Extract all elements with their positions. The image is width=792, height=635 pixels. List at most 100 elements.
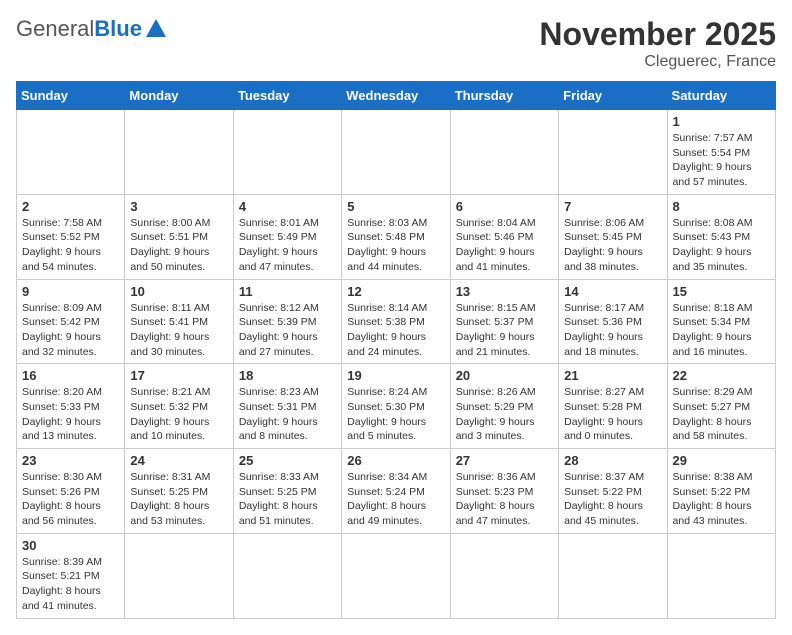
- calendar-cell: 30Sunrise: 8:39 AM Sunset: 5:21 PM Dayli…: [17, 533, 125, 618]
- day-number: 20: [456, 368, 553, 383]
- day-info: Sunrise: 8:23 AM Sunset: 5:31 PM Dayligh…: [239, 385, 336, 444]
- calendar-cell: [17, 110, 125, 195]
- calendar-cell: 2 Sunrise: 7:58 AM Sunset: 5:52 PM Daylig…: [17, 194, 125, 279]
- day-info: Sunrise: 8:12 AM Sunset: 5:39 PM Dayligh…: [239, 301, 336, 360]
- calendar-cell: 22Sunrise: 8:29 AM Sunset: 5:27 PM Dayli…: [667, 364, 775, 449]
- calendar-cell: 6 Sunrise: 8:04 AM Sunset: 5:46 PM Daylig…: [450, 194, 558, 279]
- calendar-header-row: SundayMondayTuesdayWednesdayThursdayFrid…: [17, 82, 776, 110]
- calendar-cell: 12Sunrise: 8:14 AM Sunset: 5:38 PM Dayli…: [342, 279, 450, 364]
- calendar-header-tuesday: Tuesday: [233, 82, 341, 110]
- calendar-cell: [559, 533, 667, 618]
- calendar-cell: 28Sunrise: 8:37 AM Sunset: 5:22 PM Dayli…: [559, 449, 667, 534]
- day-number: 2: [22, 199, 119, 214]
- calendar-cell: 26 Sunrise: 8:34 AM Sunset: 5:24 PM Dayli…: [342, 449, 450, 534]
- day-number: 23: [22, 453, 119, 468]
- calendar-header-monday: Monday: [125, 82, 233, 110]
- day-number: 11: [239, 284, 336, 299]
- day-info: Sunrise: 8:26 AM Sunset: 5:29 PM Dayligh…: [456, 385, 553, 444]
- calendar-cell: 29 Sunrise: 8:38 AM Sunset: 5:22 PM Dayli…: [667, 449, 775, 534]
- calendar-cell: 21Sunrise: 8:27 AM Sunset: 5:28 PM Dayli…: [559, 364, 667, 449]
- calendar-cell: 7 Sunrise: 8:06 AM Sunset: 5:45 PM Daylig…: [559, 194, 667, 279]
- day-number: 3: [130, 199, 227, 214]
- calendar-cell: 23 Sunrise: 8:30 AM Sunset: 5:26 PM Dayli…: [17, 449, 125, 534]
- day-number: 18: [239, 368, 336, 383]
- calendar-cell: 4Sunrise: 8:01 AM Sunset: 5:49 PM Daylig…: [233, 194, 341, 279]
- calendar-cell: [559, 110, 667, 195]
- day-info: Sunrise: 8:09 AM Sunset: 5:42 PM Dayligh…: [22, 301, 119, 360]
- calendar-cell: 24Sunrise: 8:31 AM Sunset: 5:25 PM Dayli…: [125, 449, 233, 534]
- calendar-week-row: 9Sunrise: 8:09 AM Sunset: 5:42 PM Daylig…: [17, 279, 776, 364]
- calendar-cell: 11 Sunrise: 8:12 AM Sunset: 5:39 PM Dayli…: [233, 279, 341, 364]
- day-info: Sunrise: 8:36 AM Sunset: 5:23 PM Dayligh…: [456, 470, 553, 529]
- calendar-week-row: 23 Sunrise: 8:30 AM Sunset: 5:26 PM Dayli…: [17, 449, 776, 534]
- day-number: 19: [347, 368, 444, 383]
- calendar-cell: 5 Sunrise: 8:03 AM Sunset: 5:48 PM Daylig…: [342, 194, 450, 279]
- calendar-header-friday: Friday: [559, 82, 667, 110]
- page-header: General Blue November 2025 Cleguerec, Fr…: [16, 16, 776, 71]
- calendar-cell: 18 Sunrise: 8:23 AM Sunset: 5:31 PM Dayli…: [233, 364, 341, 449]
- day-info: Sunrise: 8:11 AM Sunset: 5:41 PM Dayligh…: [130, 301, 227, 360]
- day-number: 30: [22, 538, 119, 553]
- month-title: November 2025: [539, 16, 776, 53]
- calendar-header-sunday: Sunday: [17, 82, 125, 110]
- calendar-cell: 17Sunrise: 8:21 AM Sunset: 5:32 PM Dayli…: [125, 364, 233, 449]
- day-number: 5: [347, 199, 444, 214]
- calendar-table: SundayMondayTuesdayWednesdayThursdayFrid…: [16, 81, 776, 619]
- day-number: 29: [673, 453, 770, 468]
- logo: General Blue: [16, 16, 166, 42]
- calendar-cell: 8Sunrise: 8:08 AM Sunset: 5:43 PM Daylig…: [667, 194, 775, 279]
- calendar-cell: 25Sunrise: 8:33 AM Sunset: 5:25 PM Dayli…: [233, 449, 341, 534]
- day-number: 4: [239, 199, 336, 214]
- calendar-cell: [450, 533, 558, 618]
- calendar-cell: 14 Sunrise: 8:17 AM Sunset: 5:36 PM Dayli…: [559, 279, 667, 364]
- calendar-cell: 16 Sunrise: 8:20 AM Sunset: 5:33 PM Dayli…: [17, 364, 125, 449]
- day-info: Sunrise: 8:20 AM Sunset: 5:33 PM Dayligh…: [22, 385, 119, 444]
- day-number: 22: [673, 368, 770, 383]
- day-number: 16: [22, 368, 119, 383]
- day-number: 28: [564, 453, 661, 468]
- day-number: 7: [564, 199, 661, 214]
- day-info: Sunrise: 8:15 AM Sunset: 5:37 PM Dayligh…: [456, 301, 553, 360]
- calendar-cell: [233, 110, 341, 195]
- day-info: Sunrise: 7:57 AM Sunset: 5:54 PM Dayligh…: [673, 131, 770, 190]
- calendar-cell: 9Sunrise: 8:09 AM Sunset: 5:42 PM Daylig…: [17, 279, 125, 364]
- day-number: 27: [456, 453, 553, 468]
- day-info: Sunrise: 8:18 AM Sunset: 5:34 PM Dayligh…: [673, 301, 770, 360]
- calendar-cell: 10Sunrise: 8:11 AM Sunset: 5:41 PM Dayli…: [125, 279, 233, 364]
- day-number: 26: [347, 453, 444, 468]
- day-info: Sunrise: 8:14 AM Sunset: 5:38 PM Dayligh…: [347, 301, 444, 360]
- day-number: 14: [564, 284, 661, 299]
- calendar-cell: [125, 533, 233, 618]
- calendar-cell: [450, 110, 558, 195]
- day-info: Sunrise: 8:17 AM Sunset: 5:36 PM Dayligh…: [564, 301, 661, 360]
- calendar-cell: [342, 110, 450, 195]
- calendar-cell: [667, 533, 775, 618]
- calendar-week-row: 2 Sunrise: 7:58 AM Sunset: 5:52 PM Daylig…: [17, 194, 776, 279]
- calendar-cell: 27 Sunrise: 8:36 AM Sunset: 5:23 PM Dayli…: [450, 449, 558, 534]
- day-number: 15: [673, 284, 770, 299]
- day-info: Sunrise: 7:58 AM Sunset: 5:52 PM Dayligh…: [22, 216, 119, 275]
- calendar-cell: 20 Sunrise: 8:26 AM Sunset: 5:29 PM Dayli…: [450, 364, 558, 449]
- calendar-cell: 1 Sunrise: 7:57 AM Sunset: 5:54 PM Daylig…: [667, 110, 775, 195]
- day-info: Sunrise: 8:34 AM Sunset: 5:24 PM Dayligh…: [347, 470, 444, 529]
- calendar-header-thursday: Thursday: [450, 82, 558, 110]
- day-number: 13: [456, 284, 553, 299]
- calendar-cell: 15 Sunrise: 8:18 AM Sunset: 5:34 PM Dayli…: [667, 279, 775, 364]
- day-info: Sunrise: 8:04 AM Sunset: 5:46 PM Dayligh…: [456, 216, 553, 275]
- logo-general-text: General: [16, 16, 94, 42]
- calendar-week-row: 16 Sunrise: 8:20 AM Sunset: 5:33 PM Dayli…: [17, 364, 776, 449]
- day-info: Sunrise: 8:06 AM Sunset: 5:45 PM Dayligh…: [564, 216, 661, 275]
- day-number: 1: [673, 114, 770, 129]
- day-info: Sunrise: 8:30 AM Sunset: 5:26 PM Dayligh…: [22, 470, 119, 529]
- location-text: Cleguerec, France: [539, 53, 776, 71]
- day-number: 6: [456, 199, 553, 214]
- day-info: Sunrise: 8:08 AM Sunset: 5:43 PM Dayligh…: [673, 216, 770, 275]
- day-info: Sunrise: 8:03 AM Sunset: 5:48 PM Dayligh…: [347, 216, 444, 275]
- day-info: Sunrise: 8:33 AM Sunset: 5:25 PM Dayligh…: [239, 470, 336, 529]
- day-number: 21: [564, 368, 661, 383]
- calendar-header-wednesday: Wednesday: [342, 82, 450, 110]
- title-section: November 2025 Cleguerec, France: [539, 16, 776, 71]
- calendar-cell: [233, 533, 341, 618]
- day-info: Sunrise: 8:38 AM Sunset: 5:22 PM Dayligh…: [673, 470, 770, 529]
- day-number: 17: [130, 368, 227, 383]
